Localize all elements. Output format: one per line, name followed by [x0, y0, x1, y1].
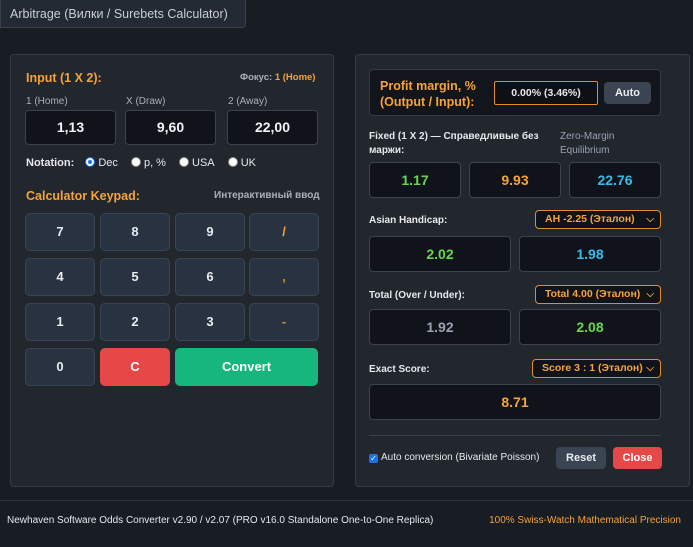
chevron-down-icon: ⌵ — [646, 289, 654, 300]
footer-version: Newhaven Software Odds Converter v2.90 /… — [7, 515, 434, 526]
close-button[interactable]: Close — [613, 447, 662, 469]
draw-odds-input[interactable]: 9,60 — [125, 110, 216, 145]
radio-dec[interactable] — [85, 157, 96, 167]
focus-label: Фокус: — [240, 72, 273, 83]
key-2[interactable]: 2 — [100, 303, 170, 341]
exact-score-label: Exact Score: — [369, 364, 430, 375]
radio-uk[interactable] — [227, 157, 238, 167]
keypad-title: Calculator Keypad: — [26, 189, 140, 203]
focus-value: 1 (Home) — [274, 72, 316, 83]
key-1[interactable]: 1 — [25, 303, 95, 341]
total-label: Total (Over / Under): — [369, 290, 465, 301]
tab-bar: Arbitrage (Вилки / Surebets Calculator) — [0, 0, 693, 36]
draw-label: X (Draw) — [126, 96, 166, 107]
key-slash[interactable]: / — [249, 213, 319, 251]
total-under-value: 2.08 — [519, 309, 661, 345]
fixed-away-value: 22.76 — [569, 162, 661, 198]
notation-label: Notation: — [26, 157, 75, 169]
convert-button[interactable]: Convert — [175, 348, 318, 386]
notation-uk[interactable]: UK — [227, 157, 256, 169]
auto-conversion-checkbox[interactable]: ✓ — [369, 454, 378, 463]
zero-margin-label: Zero-Margin Equilibrium — [560, 131, 615, 156]
profit-margin-value: 0.00% (3.46%) — [494, 81, 598, 105]
chevron-down-icon: ⌵ — [646, 214, 654, 225]
radio-percent[interactable] — [130, 157, 141, 167]
key-0[interactable]: 0 — [25, 348, 95, 386]
key-8[interactable]: 8 — [100, 213, 170, 251]
home-label: 1 (Home) — [26, 96, 68, 107]
focus-indicator: Фокус: 1 (Home) — [240, 72, 315, 83]
keypad-subtitle: Интерактивный ввод — [214, 190, 320, 201]
auto-conversion-label: Auto conversion (Bivariate Poisson) — [381, 452, 540, 463]
key-comma[interactable]: , — [249, 258, 319, 296]
key-6[interactable]: 6 — [175, 258, 245, 296]
fixed-title: Fixed (1 X 2) — Справедливые без маржи: — [369, 131, 539, 156]
clear-button[interactable]: C — [100, 348, 170, 386]
asian-handicap-label: Asian Handicap: — [369, 215, 448, 226]
radio-usa[interactable] — [179, 157, 190, 167]
notation-dec[interactable]: Dec — [85, 157, 118, 169]
notation-row: Notation: Dec p, % USA UK — [26, 157, 256, 169]
chevron-down-icon: ⌵ — [646, 363, 654, 374]
notation-percent[interactable]: p, % — [130, 157, 166, 169]
key-4[interactable]: 4 — [25, 258, 95, 296]
fixed-home-value: 1.17 — [369, 162, 461, 198]
notation-usa[interactable]: USA — [179, 157, 215, 169]
profit-margin-title: Profit margin, % (Output / Input): — [380, 79, 476, 109]
total-select[interactable]: Total 4.00 (Эталон) ⌵ — [535, 285, 661, 304]
auto-button[interactable]: Auto — [604, 82, 651, 104]
exact-score-select[interactable]: Score 3 : 1 (Эталон) ⌵ — [532, 359, 661, 378]
asian-handicap-select[interactable]: AH -2.25 (Эталон) ⌵ — [535, 210, 661, 229]
home-odds-input[interactable]: 1,13 — [25, 110, 116, 145]
total-over-value: 1.92 — [369, 309, 511, 345]
auto-conversion-row: ✓ Auto conversion (Bivariate Poisson) — [369, 452, 539, 463]
away-label: 2 (Away) — [228, 96, 268, 107]
away-odds-input[interactable]: 22,00 — [227, 110, 318, 145]
key-7[interactable]: 7 — [25, 213, 95, 251]
footer-precision: 100% Swiss-Watch Mathematical Precision — [489, 515, 681, 526]
asian-away-value: 1.98 — [519, 236, 661, 272]
divider — [369, 435, 661, 436]
exact-score-value: 8.71 — [369, 384, 661, 420]
key-5[interactable]: 5 — [100, 258, 170, 296]
asian-home-value: 2.02 — [369, 236, 511, 272]
key-minus[interactable]: - — [249, 303, 319, 341]
reset-button[interactable]: Reset — [556, 447, 606, 469]
input-title: Input (1 X 2): — [26, 71, 102, 85]
fixed-draw-value: 9.93 — [469, 162, 561, 198]
key-9[interactable]: 9 — [175, 213, 245, 251]
key-3[interactable]: 3 — [175, 303, 245, 341]
tab-arbitrage[interactable]: Arbitrage (Вилки / Surebets Calculator) — [0, 0, 246, 28]
